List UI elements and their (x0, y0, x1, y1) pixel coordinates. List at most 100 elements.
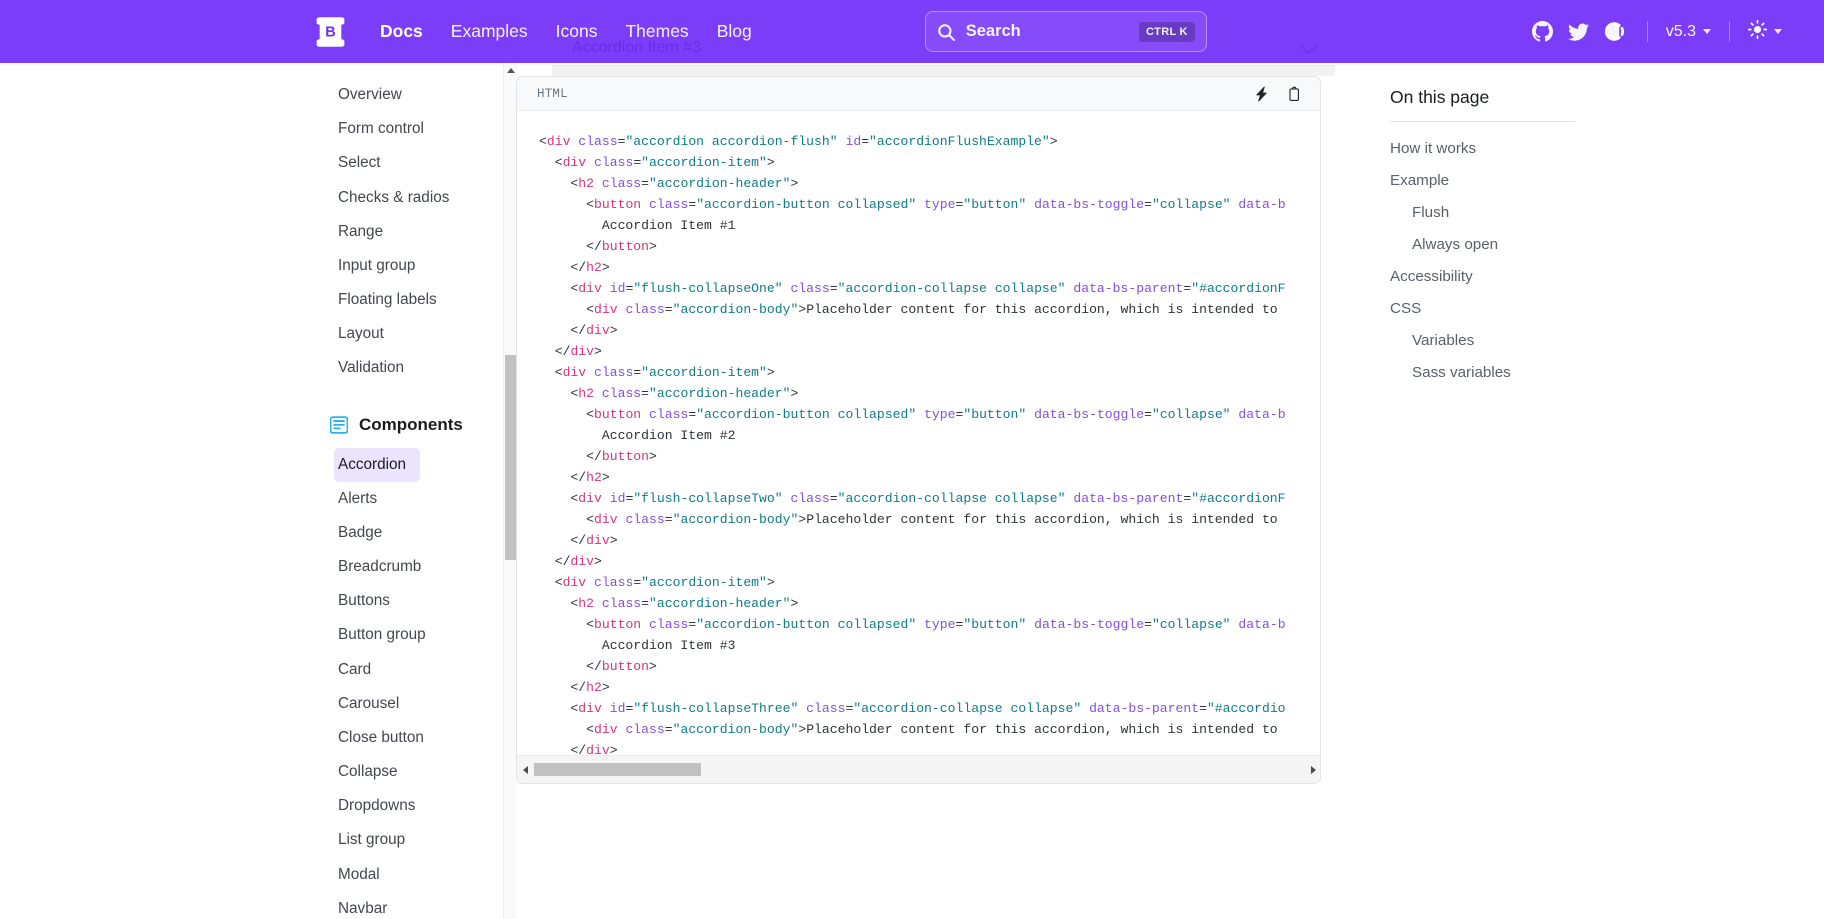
sidebar-scrollbar[interactable] (503, 63, 516, 919)
sidebar-item-label: Buttons (338, 592, 390, 609)
code-token: data-b (1231, 407, 1286, 422)
code-token: "accordion-item" (641, 365, 767, 380)
twitter-icon[interactable] (1561, 15, 1597, 49)
code-token: > (649, 239, 657, 254)
on-this-page-toc: On this page How it works Example FlushAlw… (1390, 63, 1630, 389)
sidebar-item-card[interactable]: Card (290, 653, 512, 687)
toc-item-accessibility[interactable]: Accessibility (1390, 261, 1630, 293)
code-token: class (586, 365, 633, 380)
code-token: class (641, 617, 688, 632)
toc-item-flush[interactable]: Flush (1390, 197, 1630, 229)
code-token: div (594, 512, 618, 527)
sidebar-item-collapse[interactable]: Collapse (290, 755, 512, 789)
sidebar-item-buttons[interactable]: Buttons (290, 584, 512, 618)
code-horizontal-scrollbar[interactable] (517, 755, 1321, 783)
sidebar-item-breadcrumb[interactable]: Breadcrumb (290, 550, 512, 584)
toc-item-sass-variables[interactable]: Sass variables (1390, 357, 1630, 389)
search-icon (937, 23, 955, 41)
code-scrollbar-track[interactable] (534, 763, 1305, 776)
sidebar-item-floating-labels[interactable]: Floating labels (290, 283, 512, 317)
code-token: class (594, 596, 641, 611)
code-token: > (602, 680, 610, 695)
code-token: > (610, 533, 618, 548)
lightning-bolt-icon[interactable] (1254, 85, 1269, 103)
code-token: > (767, 575, 775, 590)
code-token: class (798, 701, 845, 716)
toc-item-example[interactable]: Example (1390, 165, 1630, 197)
code-token: >Placeholder content for this accordion,… (798, 302, 1285, 317)
code-token: </ (539, 470, 586, 485)
code-token: "button" (963, 617, 1026, 632)
sidebar-item-button-group[interactable]: Button group (290, 618, 512, 652)
sidebar-item-range[interactable]: Range (290, 215, 512, 249)
sidebar-item-accordion[interactable]: Accordion (334, 448, 420, 482)
toc-item-variables[interactable]: Variables (1390, 325, 1630, 357)
sidebar-item-carousel[interactable]: Carousel (290, 687, 512, 721)
sidebar-item-badge[interactable]: Badge (290, 516, 512, 550)
code-actions (1254, 85, 1302, 103)
bootstrap-logo-icon[interactable]: B (312, 13, 349, 50)
scroll-up-arrow-icon[interactable] (507, 68, 515, 73)
code-example-block: HTML <div class="accordion accordion-flu… (516, 76, 1321, 784)
sidebar-scrollbar-thumb[interactable] (505, 355, 516, 560)
sidebar-item-label: Input group (338, 257, 415, 274)
code-token: </ (539, 659, 602, 674)
code-token: < (539, 617, 594, 632)
sidebar-item-modal[interactable]: Modal (290, 858, 512, 892)
sidebar-item-label: Close button (338, 729, 424, 746)
scroll-right-arrow-icon[interactable] (1305, 766, 1321, 774)
sidebar-item-input-group[interactable]: Input group (290, 249, 512, 283)
sidebar-item-list-group[interactable]: List group (290, 823, 512, 857)
code-token: > (649, 449, 657, 464)
sidebar-item-form-control[interactable]: Form control (290, 112, 512, 146)
sidebar-item-layout[interactable]: Layout (290, 317, 512, 351)
toc-heading: On this page (1390, 87, 1575, 122)
nav-link-docs[interactable]: Docs (366, 15, 437, 48)
theme-dropdown[interactable] (1744, 17, 1786, 47)
toc-item-css[interactable]: CSS (1390, 293, 1630, 325)
sidebar-item-overview[interactable]: Overview (290, 78, 512, 112)
sidebar-item-validation[interactable]: Validation (290, 351, 512, 385)
code-token: div (570, 554, 594, 569)
code-token: "collapse" (1152, 197, 1231, 212)
code-token: button (602, 659, 649, 674)
sidebar-item-alerts[interactable]: Alerts (290, 482, 512, 516)
code-token: data-bs-toggle (1026, 407, 1144, 422)
sidebar-item-checks-radios[interactable]: Checks & radios (290, 181, 512, 215)
scroll-left-arrow-icon[interactable] (517, 766, 534, 774)
nav-link-examples[interactable]: Examples (437, 15, 542, 48)
code-token: = (688, 407, 696, 422)
code-content-area[interactable]: <div class="accordion accordion-flush" i… (517, 111, 1320, 783)
code-token: = (665, 722, 673, 737)
nav-link-blog[interactable]: Blog (703, 15, 766, 48)
sidebar-item-navbar[interactable]: Navbar (290, 892, 512, 919)
code-token: > (767, 365, 775, 380)
toc-item-how-it-works[interactable]: How it works (1390, 133, 1630, 165)
code-token: >Placeholder content for this accordion,… (798, 512, 1285, 527)
search-input[interactable]: Search CTRL K (925, 11, 1207, 52)
nav-link-themes[interactable]: Themes (611, 15, 702, 48)
sidebar-group-components[interactable]: Components (290, 406, 512, 444)
code-scrollbar-thumb[interactable] (534, 763, 701, 776)
sidebar-item-close-button[interactable]: Close button (290, 721, 512, 755)
sidebar-item-select[interactable]: Select (290, 146, 512, 180)
toc-item-always-open[interactable]: Always open (1390, 229, 1630, 261)
sidebar-item-label: Badge (338, 524, 382, 541)
code-token: data-bs-parent (1066, 491, 1184, 506)
chevron-down-icon (1703, 29, 1711, 34)
github-icon[interactable] (1525, 15, 1561, 49)
code-token: div (563, 155, 587, 170)
opencollective-icon[interactable] (1597, 15, 1633, 49)
code-token: "flush-collapseOne" (633, 281, 782, 296)
toc-item-label: Example (1390, 172, 1449, 189)
code-token: class (586, 575, 633, 590)
sidebar-item-dropdowns[interactable]: Dropdowns (290, 789, 512, 823)
nav-link-icons[interactable]: Icons (542, 15, 612, 48)
version-dropdown[interactable]: v5.3 (1662, 20, 1715, 44)
code-token: div (563, 365, 587, 380)
code-token: < (539, 512, 594, 527)
code-token: > (767, 155, 775, 170)
code-token: < (539, 134, 547, 149)
copy-clipboard-icon[interactable] (1287, 85, 1302, 103)
code-token: "accordion-collapse collapse" (838, 281, 1066, 296)
